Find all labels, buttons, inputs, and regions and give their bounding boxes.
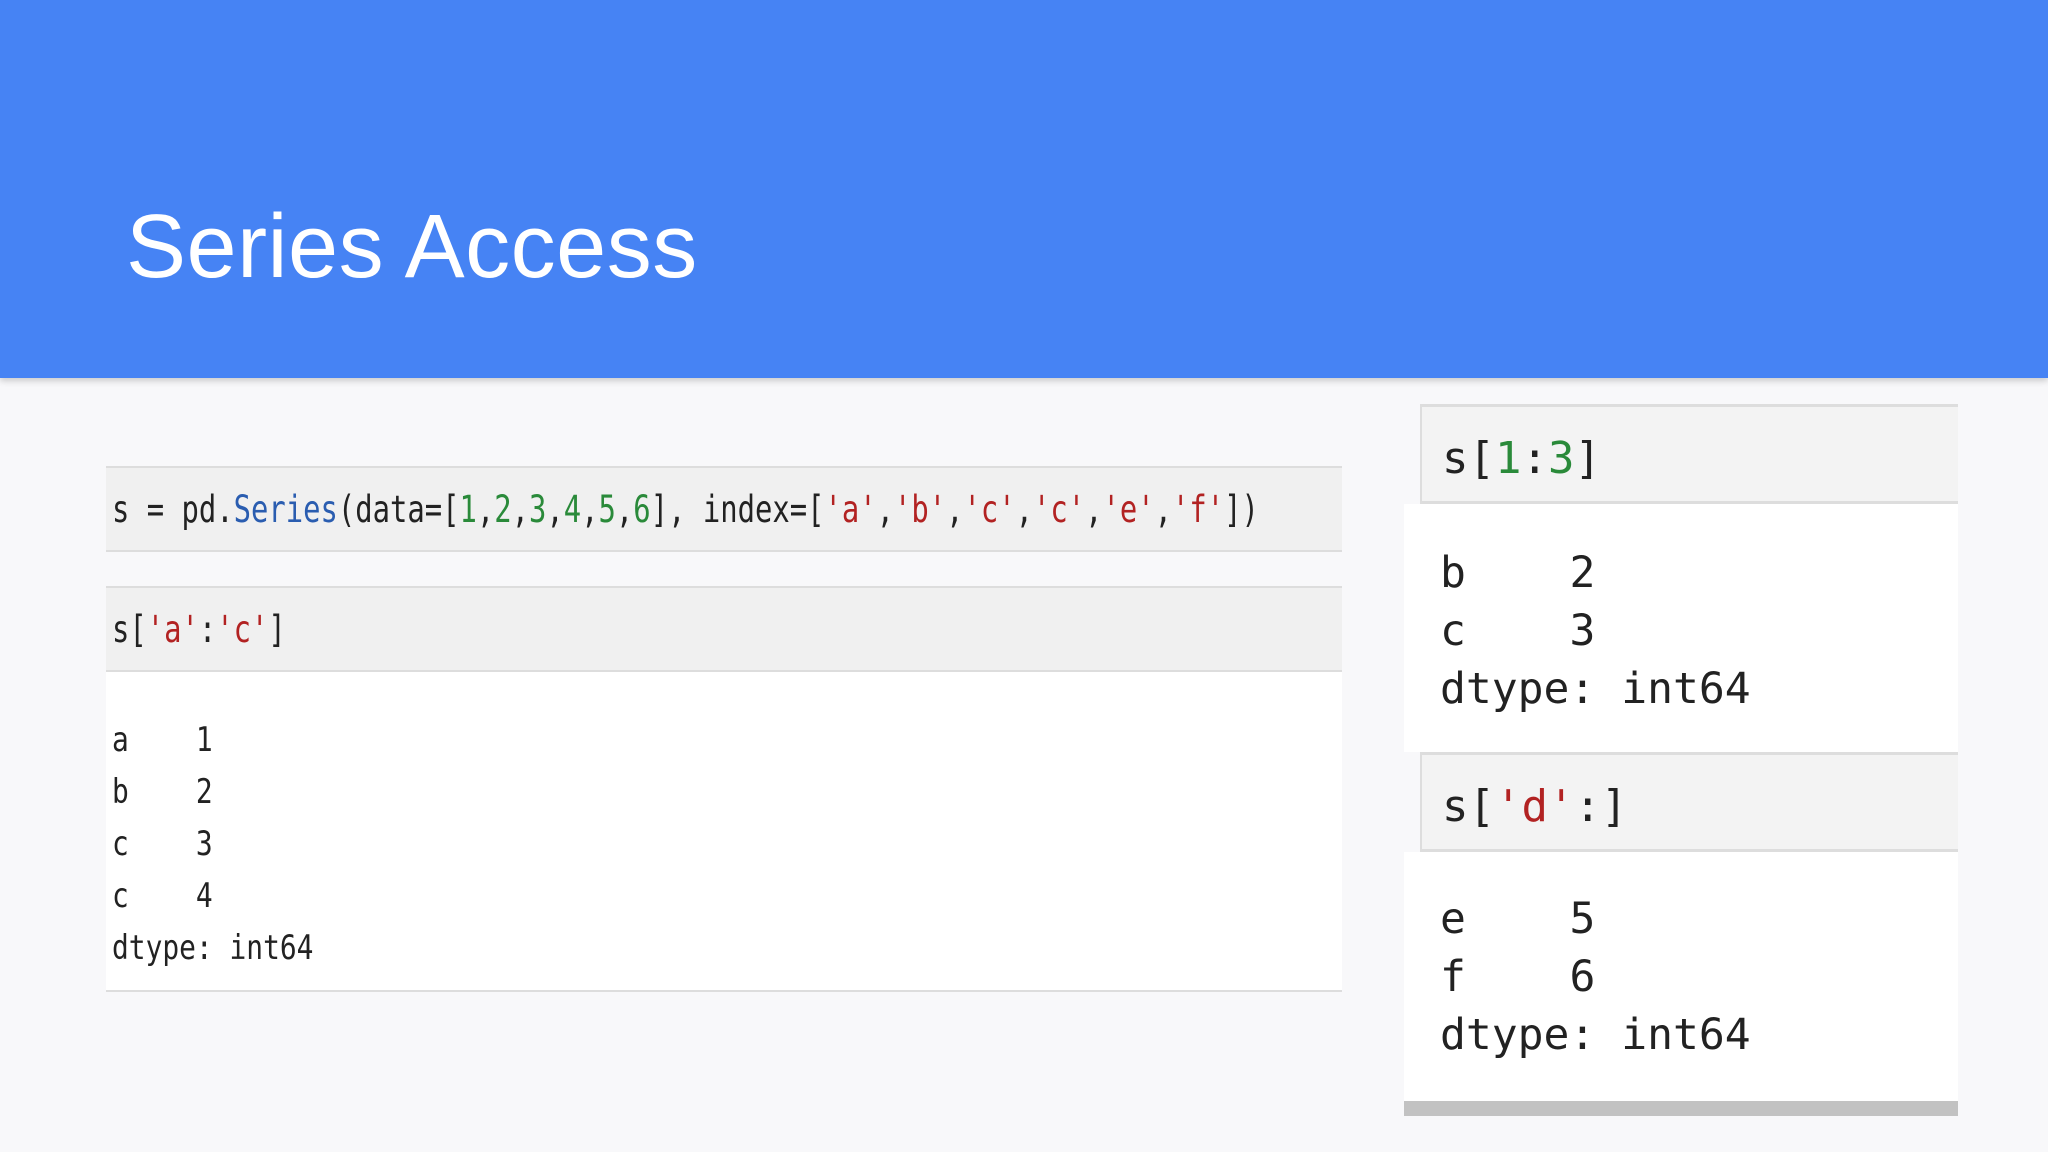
left-notebook-panel: s = pd.Series(data=[1,2,3,4,5,6], index=… xyxy=(106,466,1342,1000)
input-cell-open-slice[interactable]: s['d':] xyxy=(1420,752,1958,852)
output-row: c 3 xyxy=(112,824,213,864)
code-line: s[1:3] xyxy=(1442,433,1601,484)
output-row: b 2 xyxy=(112,772,213,812)
right-notebook-panel: s[1:3] b 2 c 3 dtype: int64 s['d':] e 5 … xyxy=(1404,404,1958,1116)
code-line: s['a':'c'] xyxy=(112,608,286,651)
input-cell-label-slice[interactable]: s['a':'c'] xyxy=(106,586,1342,672)
output-cell-label-slice: a 1 b 2 c 3 c 4 dtype: int64 xyxy=(106,672,1342,992)
input-cell-position-slice[interactable]: s[1:3] xyxy=(1420,404,1958,504)
output-row: e 5 xyxy=(1440,894,1596,944)
output-row: c 4 xyxy=(112,876,213,916)
slide-title: Series Access xyxy=(126,197,698,297)
slide-header: Series Access xyxy=(0,0,2048,378)
output-cell-position-slice: b 2 c 3 dtype: int64 xyxy=(1404,504,1958,752)
input-cell-series-definition[interactable]: s = pd.Series(data=[1,2,3,4,5,6], index=… xyxy=(106,466,1342,552)
output-cell-open-slice: e 5 f 6 dtype: int64 xyxy=(1404,852,1958,1106)
code-line: s = pd.Series(data=[1,2,3,4,5,6], index=… xyxy=(112,488,1259,531)
output-dtype: dtype: int64 xyxy=(112,928,314,968)
output-row: c 3 xyxy=(1440,606,1596,656)
horizontal-scrollbar[interactable] xyxy=(1404,1101,1958,1116)
output-row: f 6 xyxy=(1440,952,1596,1002)
output-row: b 2 xyxy=(1440,548,1596,598)
code-line: s['d':] xyxy=(1442,781,1628,832)
output-dtype: dtype: int64 xyxy=(1440,664,1751,714)
output-dtype: dtype: int64 xyxy=(1440,1010,1751,1060)
output-row: a 1 xyxy=(112,720,213,760)
